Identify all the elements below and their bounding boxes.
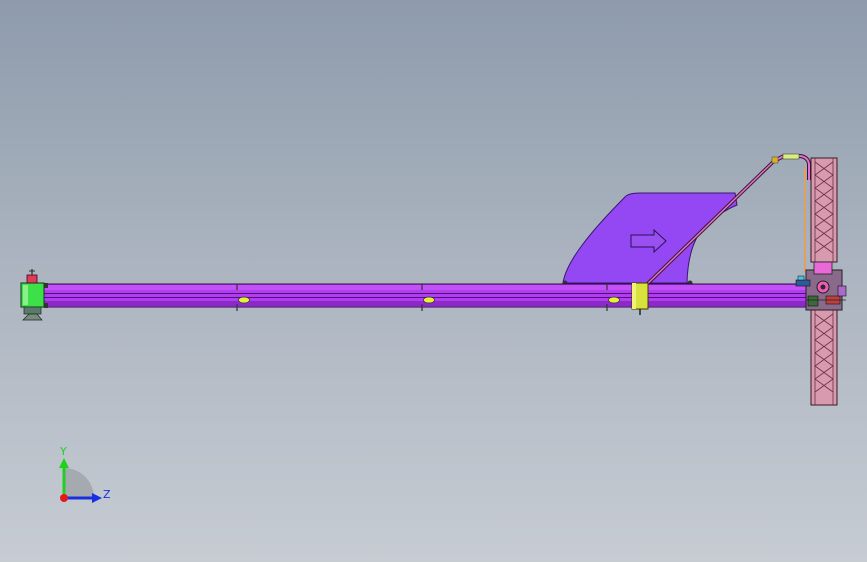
y-axis-label: Y: [59, 445, 67, 458]
cad-viewport[interactable]: Y Z: [0, 0, 867, 562]
left-end-cap[interactable]: [20, 269, 48, 321]
triad-quadrant: [64, 468, 94, 498]
x-axis-origin: [60, 494, 68, 502]
fin-plate[interactable]: [562, 192, 738, 286]
z-axis-label: Z: [103, 488, 111, 501]
axis-triad[interactable]: Y Z: [59, 445, 111, 503]
beam-collar[interactable]: [631, 282, 649, 315]
main-beam[interactable]: [43, 283, 817, 308]
